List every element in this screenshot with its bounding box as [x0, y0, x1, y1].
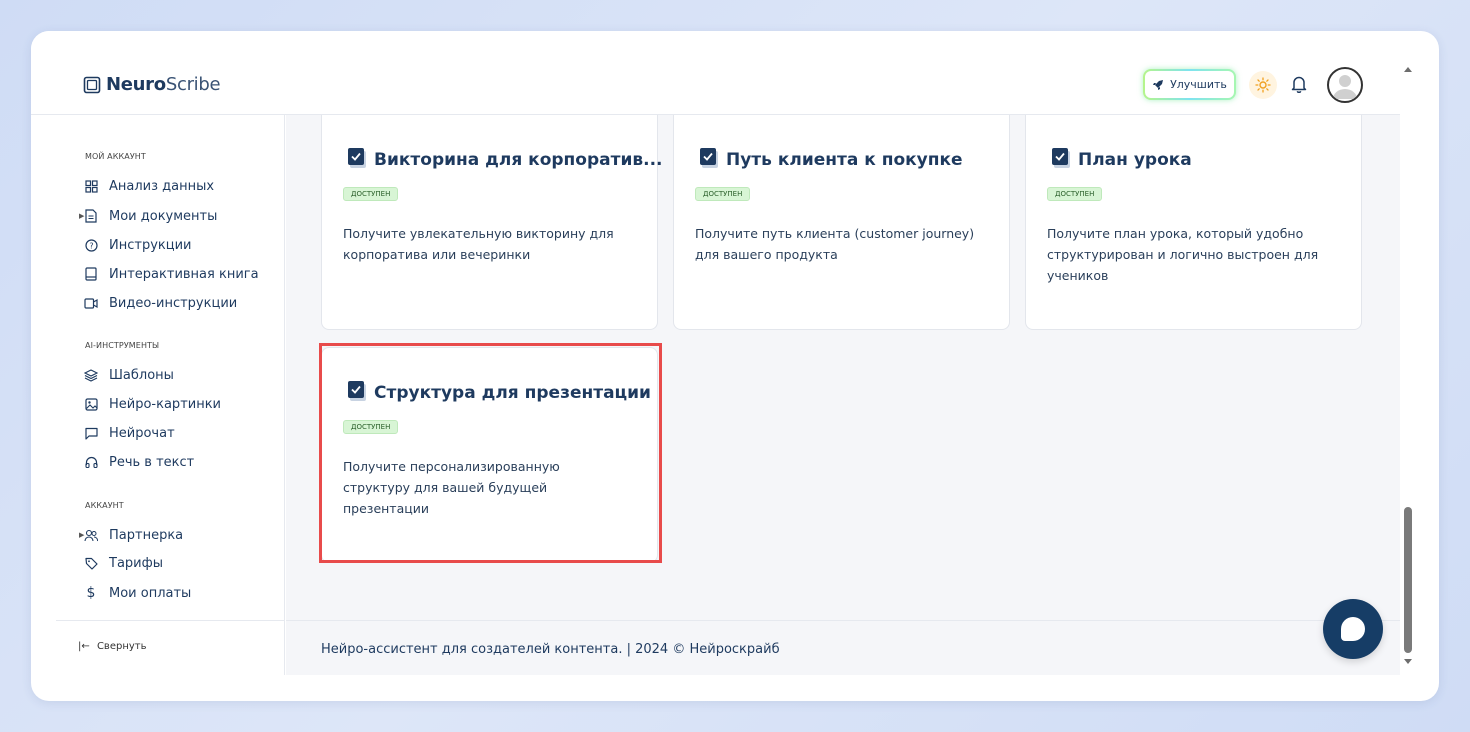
sidebar-item-partners[interactable]: ▶ Партнерка	[79, 525, 183, 545]
card-title: Путь клиента к покупке	[726, 150, 963, 170]
scroll-down-icon[interactable]	[1404, 659, 1412, 664]
user-avatar[interactable]	[1327, 67, 1363, 103]
sidebar-item-speech-to-text[interactable]: Речь в текст	[84, 452, 194, 472]
scrollbar-thumb[interactable]	[1404, 507, 1412, 653]
template-card-lesson-plan[interactable]: План урока ДОСТУПЕН Получите план урока,…	[1025, 115, 1362, 330]
upgrade-button[interactable]: Улучшить	[1143, 69, 1236, 100]
users-icon	[84, 528, 98, 542]
collapse-label: Свернуть	[96, 641, 147, 652]
template-card-customer-journey[interactable]: Путь клиента к покупке ДОСТУПЕН Получите…	[673, 115, 1010, 330]
sidebar-item-interactive-book[interactable]: Интерактивная книга	[84, 264, 259, 284]
video-icon	[84, 296, 98, 310]
sidebar-item-neurochat[interactable]: Нейрочат	[84, 423, 175, 443]
caret-right-icon: ▶	[79, 212, 85, 220]
selection-highlight	[319, 343, 662, 563]
app-window: NeuroScribe Улучшить МОЙ АККАУНТ Анализ …	[31, 31, 1439, 701]
sidebar-item-my-documents[interactable]: ▶ Мои документы	[79, 206, 217, 226]
upgrade-label: Улучшить	[1170, 78, 1227, 91]
tag-icon	[84, 556, 98, 570]
sun-icon	[1255, 77, 1271, 93]
vertical-scrollbar[interactable]	[1400, 59, 1416, 671]
rocket-icon	[1153, 79, 1164, 90]
help-circle-icon: ?	[84, 238, 98, 252]
checkbox-icon	[348, 148, 366, 168]
scroll-up-icon[interactable]	[1404, 67, 1412, 72]
image-icon	[84, 397, 98, 411]
sidebar-item-templates[interactable]: Шаблоны	[84, 365, 174, 385]
section-title-account: АККАУНТ	[85, 501, 124, 510]
book-icon	[84, 267, 98, 281]
sidebar-item-my-payments[interactable]: $ Мои оплаты	[84, 583, 192, 603]
template-card-quiz[interactable]: Викторина для корпоратив... ДОСТУПЕН Пол…	[321, 115, 663, 330]
card-description: Получите увлекательную викторину для кор…	[343, 226, 614, 262]
sidebar-item-video-instructions[interactable]: Видео-инструкции	[84, 293, 237, 313]
dollar-icon: $	[86, 585, 96, 601]
card-description: Получите путь клиента (customer journey)…	[695, 226, 975, 262]
sidebar-item-tariffs[interactable]: Тарифы	[84, 553, 163, 573]
collapse-sidebar-button[interactable]: |← Свернуть	[56, 620, 285, 675]
user-icon	[1333, 75, 1357, 99]
checkbox-icon	[700, 148, 718, 168]
brand-name: NeuroScribe	[106, 74, 221, 95]
chat-icon	[84, 426, 98, 440]
headphones-icon	[84, 455, 98, 469]
section-title-ai-tools: AI-ИНСТРУМЕНТЫ	[85, 341, 160, 350]
status-badge: ДОСТУПЕН	[695, 187, 751, 201]
card-description: Получите план урока, который удобно стру…	[1047, 226, 1319, 283]
theme-toggle[interactable]	[1249, 71, 1277, 99]
chat-bubble-icon	[1341, 617, 1365, 641]
footer: Нейро-ассистент для создателей контента.…	[286, 620, 1400, 675]
caret-right-icon: ▶	[79, 531, 85, 539]
grid-icon	[84, 179, 98, 193]
collapse-left-icon: |←	[78, 641, 90, 652]
support-chat-button[interactable]	[1323, 599, 1383, 659]
checkbox-icon	[1052, 148, 1070, 168]
sidebar-item-instructions[interactable]: ? Инструкции	[84, 235, 192, 255]
sidebar-item-neuro-images[interactable]: Нейро-картинки	[84, 394, 221, 414]
svg-text:?: ?	[89, 241, 93, 250]
bell-icon[interactable]	[1291, 75, 1307, 93]
sidebar-item-data-analysis[interactable]: Анализ данных	[84, 176, 214, 196]
document-icon	[84, 209, 98, 223]
section-title-my-account: МОЙ АККАУНТ	[85, 152, 146, 161]
top-header: NeuroScribe Улучшить	[31, 31, 1400, 115]
status-badge: ДОСТУПЕН	[1047, 187, 1103, 201]
sidebar: МОЙ АККАУНТ Анализ данных ▶ Мои документ…	[56, 115, 285, 675]
card-title: План урока	[1078, 150, 1192, 170]
book-logo-icon	[83, 76, 101, 93]
footer-text: Нейро-ассистент для создателей контента.…	[321, 642, 780, 657]
layers-icon	[84, 368, 98, 382]
brand-logo[interactable]: NeuroScribe	[83, 74, 221, 95]
card-title: Викторина для корпоратив...	[374, 150, 663, 170]
status-badge: ДОСТУПЕН	[343, 187, 399, 201]
